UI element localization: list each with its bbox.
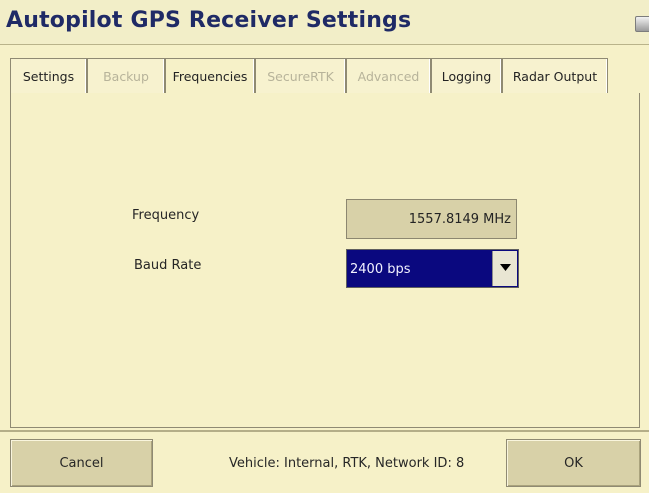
- tab-securertk: SecureRTK: [255, 58, 346, 94]
- cancel-button[interactable]: Cancel: [10, 439, 153, 487]
- tab-logging[interactable]: Logging: [431, 58, 502, 94]
- baud-rate-select[interactable]: 2400 bps: [346, 249, 519, 288]
- footer-divider: [0, 430, 649, 432]
- window-title: Autopilot GPS Receiver Settings: [6, 8, 412, 33]
- tab-backup: Backup: [87, 58, 165, 94]
- tab-advanced: Advanced: [346, 58, 431, 94]
- tab-radar-output[interactable]: Radar Output: [502, 58, 608, 94]
- tab-frequencies[interactable]: Frequencies: [165, 58, 255, 94]
- dropdown-arrow-button[interactable]: [492, 251, 517, 286]
- tab-settings[interactable]: Settings: [10, 58, 87, 94]
- vehicle-status: Vehicle: Internal, RTK, Network ID: 8: [229, 456, 465, 471]
- tab-bar: Settings Backup Frequencies SecureRTK Ad…: [10, 52, 640, 94]
- chevron-down-icon: [500, 264, 511, 271]
- frequency-value: 1557.8149 MHz: [346, 199, 517, 239]
- baud-rate-value: 2400 bps: [350, 262, 411, 277]
- title-bar: Autopilot GPS Receiver Settings: [0, 0, 649, 45]
- ok-button[interactable]: OK: [506, 439, 641, 487]
- baud-rate-label: Baud Rate: [134, 258, 202, 273]
- frequencies-panel: [10, 93, 640, 428]
- frequency-label: Frequency: [132, 208, 200, 223]
- window-restore-icon[interactable]: [635, 16, 649, 32]
